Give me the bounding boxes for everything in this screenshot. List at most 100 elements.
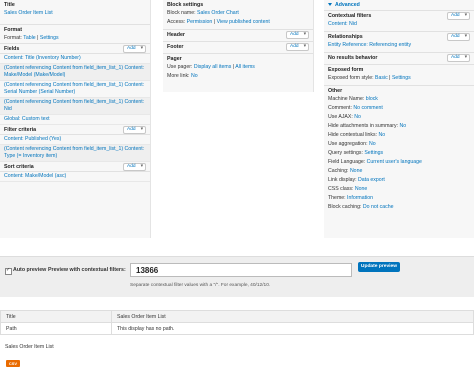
other-setting-row: Block caching: Do not cache: [328, 203, 470, 212]
other-section: Other Machine Name: block Comment: No com…: [324, 86, 474, 214]
fields-add-button[interactable]: Add ▾: [123, 45, 146, 53]
exposed-form-label: Exposed form: [328, 67, 364, 73]
other-setting-value-link[interactable]: No: [378, 132, 385, 138]
other-setting-value-link[interactable]: block: [366, 96, 378, 102]
field-item[interactable]: (Content referencing Content from field_…: [0, 81, 150, 98]
field-item[interactable]: Global: Custom text: [0, 115, 150, 125]
use-pager-separator: |: [232, 64, 235, 70]
exposed-settings-link[interactable]: Settings: [392, 75, 411, 81]
relationships-add-button[interactable]: Add ▾: [447, 33, 470, 41]
other-setting-key: Use AJAX:: [328, 114, 353, 120]
filter-add-button[interactable]: Add ▾: [123, 126, 146, 134]
other-setting-value-link[interactable]: No: [354, 114, 361, 120]
other-setting-key: Link display:: [328, 177, 357, 183]
other-setting-value-link[interactable]: Settings: [364, 150, 383, 156]
other-setting-row: CSS class: None: [328, 185, 470, 194]
other-setting-value-link[interactable]: Current user's language: [367, 159, 422, 165]
other-setting-value-link[interactable]: No: [369, 141, 376, 147]
title-value-link[interactable]: Sales Order Item List: [4, 10, 53, 16]
other-setting-key: Field Language:: [328, 159, 366, 165]
format-table-link[interactable]: Table: [23, 35, 35, 41]
header-add-button[interactable]: Add ▾: [286, 31, 309, 39]
other-setting-key: Use aggregation:: [328, 141, 368, 147]
preview-info-table: Title Sales Order Item List Path This di…: [0, 310, 474, 335]
format-section: Format Format: Table | Settings: [0, 25, 150, 44]
access-permission-link[interactable]: Permission: [187, 19, 213, 25]
view-title: Sales Order Item List: [5, 344, 54, 350]
sort-item[interactable]: Content: Make/Model (asc): [0, 172, 150, 182]
other-settings-list: Machine Name: block Comment: No comment Us…: [328, 95, 470, 212]
pager-section-label: Pager: [167, 56, 182, 62]
footer-add-button[interactable]: Add ▾: [286, 43, 309, 51]
access-view-link[interactable]: View published content: [217, 19, 270, 25]
other-setting-value-link[interactable]: None: [350, 168, 362, 174]
table-value-cell: This display has no path.: [111, 322, 474, 335]
field-item[interactable]: (Content referencing Content from field_…: [0, 64, 150, 81]
block-name-prefix: Block name:: [167, 10, 196, 16]
exposed-form-section: Exposed form Exposed form style: Basic |…: [324, 65, 474, 86]
table-key-cell: Title: [0, 310, 112, 323]
no-results-add-button[interactable]: Add ▾: [447, 54, 470, 62]
csv-feed-icon[interactable]: CSV: [6, 360, 20, 367]
other-setting-key: Caching:: [328, 168, 349, 174]
use-pager-link[interactable]: Display all items: [194, 64, 231, 70]
other-setting-value-link[interactable]: None: [355, 186, 367, 192]
contextual-add-button[interactable]: Add ▾: [447, 12, 470, 20]
advanced-label: Advanced: [335, 2, 360, 8]
chevron-down-icon: ▾: [140, 164, 143, 169]
chevron-down-icon: ▾: [464, 34, 467, 39]
block-name-link[interactable]: Sales Order Chart: [197, 10, 239, 16]
other-setting-row: Hide attachments in summary: No: [328, 122, 470, 131]
contextual-filters-section: Contextual filters Add ▾ Content: Nid: [324, 11, 474, 32]
contextual-filter-input[interactable]: 13866: [130, 263, 352, 277]
more-link-value[interactable]: No: [191, 73, 198, 79]
right-column: Advanced Contextual filters Add ▾ Content…: [324, 0, 474, 238]
block-settings-section: Block settings Block name: Sales Order C…: [163, 0, 313, 30]
other-section-label: Other: [328, 88, 343, 94]
field-item[interactable]: Content: Title (Inventory Number): [0, 54, 150, 64]
filter-item[interactable]: (Content referencing Content from field_…: [0, 145, 150, 162]
other-setting-row: Link display: Data export: [328, 176, 470, 185]
other-setting-row: Field Language: Current user's language: [328, 158, 470, 167]
other-setting-value-link[interactable]: Do not cache: [363, 204, 394, 210]
contextual-preview-label: Preview with contextual filters:: [48, 267, 126, 273]
exposed-style-prefix: Exposed form style:: [328, 75, 374, 81]
other-setting-value-link[interactable]: No: [400, 123, 407, 129]
other-setting-key: Theme:: [328, 195, 346, 201]
advanced-toggle[interactable]: Advanced: [324, 0, 474, 11]
contextual-filter-item[interactable]: Content: Nid: [328, 21, 357, 27]
chevron-down-icon: ▾: [140, 127, 143, 132]
format-section-label: Format: [4, 27, 22, 33]
other-setting-key: Hide contextual links:: [328, 132, 378, 138]
filter-item[interactable]: Content: Published (Yes): [0, 135, 150, 145]
pager-section: Pager Use pager: Display all items | All…: [163, 54, 313, 83]
auto-preview-checkbox[interactable]: [5, 267, 12, 275]
chevron-down-icon: ▾: [140, 46, 143, 51]
collapse-triangle-icon: [328, 3, 332, 7]
sort-add-button[interactable]: Add ▾: [123, 163, 146, 171]
other-setting-value-link[interactable]: No comment: [353, 105, 382, 111]
footer-section: Footer Add ▾: [163, 42, 313, 54]
format-settings-link[interactable]: Settings: [40, 35, 59, 41]
more-link-prefix: More link:: [167, 73, 190, 79]
chevron-down-icon: ▾: [464, 13, 467, 18]
all-items-link[interactable]: All items: [235, 64, 255, 70]
access-separator: |: [213, 19, 216, 25]
contextual-filter-description: Separate contextual filter values with a…: [130, 283, 271, 288]
left-column: Title Sales Order Item List Format Forma…: [0, 0, 151, 238]
update-preview-button[interactable]: Update preview: [358, 262, 400, 272]
no-results-section: No results behavior Add ▾: [324, 53, 474, 65]
other-setting-value-link[interactable]: Data export: [358, 177, 385, 183]
field-item[interactable]: (Content referencing Content from field_…: [0, 98, 150, 115]
sort-section: Sort criteria Add ▾: [0, 162, 150, 172]
other-setting-key: Hide attachments in summary:: [328, 123, 399, 129]
middle-column: Block settings Block name: Sales Order C…: [163, 0, 314, 92]
other-setting-row: Comment: No comment: [328, 104, 470, 113]
filter-section: Filter criteria Add ▾: [0, 125, 150, 135]
exposed-style-link[interactable]: Basic: [375, 75, 388, 81]
title-section-label: Title: [4, 2, 15, 8]
other-setting-row: Use AJAX: No: [328, 113, 470, 122]
other-setting-row: Hide contextual links: No: [328, 131, 470, 140]
other-setting-value-link[interactable]: Information: [347, 195, 373, 201]
relationship-item[interactable]: Entity Reference: Referencing entity: [328, 42, 411, 48]
